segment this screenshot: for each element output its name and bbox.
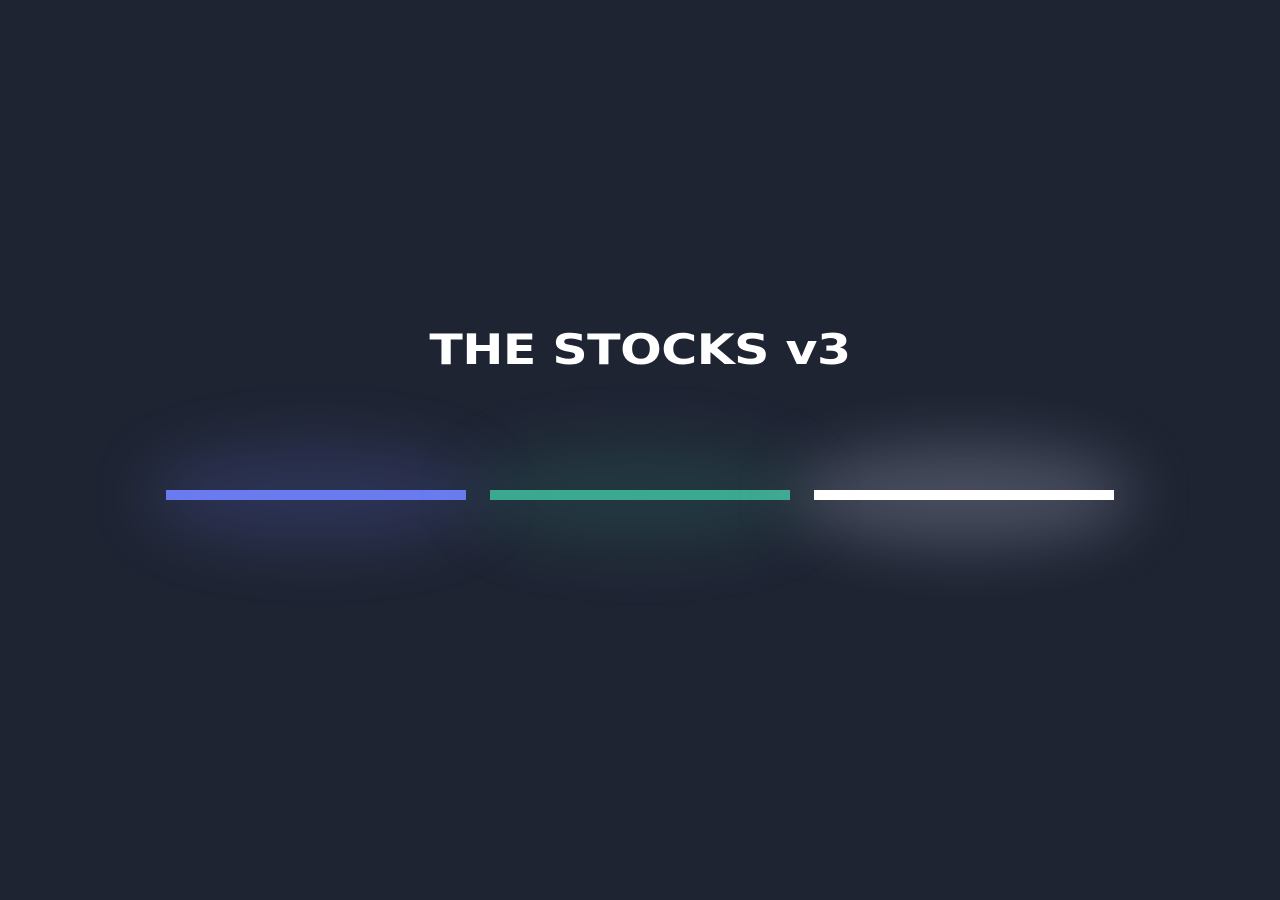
loading-bar [146, 445, 1134, 545]
app-title: THE STOCKS v3 [429, 325, 851, 375]
segment-bar [490, 490, 790, 500]
segment-bar [166, 490, 466, 500]
loading-segment-white [794, 445, 1134, 545]
loading-segment-green [470, 445, 810, 545]
segment-bar [814, 490, 1114, 500]
loading-segment-blue [146, 445, 486, 545]
loading-screen: THE STOCKS v3 [0, 0, 1280, 900]
